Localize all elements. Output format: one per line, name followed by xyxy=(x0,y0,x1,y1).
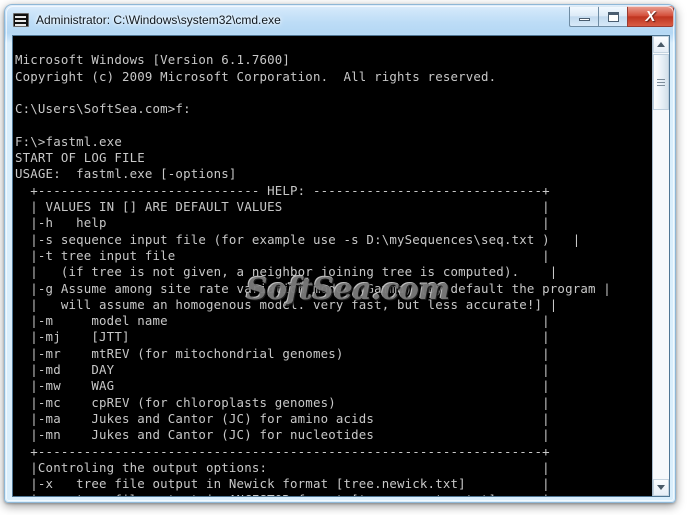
scroll-down-arrow-icon xyxy=(657,485,665,490)
scrollbar-track[interactable] xyxy=(653,53,669,479)
scroll-up-button[interactable] xyxy=(653,36,669,53)
console-scrollbar[interactable] xyxy=(652,36,669,496)
maximize-icon xyxy=(607,11,619,22)
console-output: Microsoft Windows [Version 6.1.7600] Cop… xyxy=(15,52,611,496)
scrollbar-grip-icon xyxy=(657,78,665,86)
window-title: Administrator: C:\Windows\system32\cmd.e… xyxy=(36,12,281,27)
screen: Administrator: C:\Windows\system32\cmd.e… xyxy=(0,0,691,515)
scroll-down-button[interactable] xyxy=(653,479,669,496)
minimize-icon xyxy=(578,17,590,21)
minimize-button[interactable] xyxy=(569,6,598,27)
maximize-button[interactable] xyxy=(598,6,627,27)
console-client-area[interactable]: Microsoft Windows [Version 6.1.7600] Cop… xyxy=(12,35,670,497)
scroll-up-arrow-icon xyxy=(657,42,665,47)
window-controls: X xyxy=(569,6,674,27)
title-bar[interactable]: Administrator: C:\Windows\system32\cmd.e… xyxy=(5,5,675,34)
cmd-console-icon xyxy=(13,12,29,27)
scrollbar-thumb[interactable] xyxy=(653,54,669,110)
close-icon: X xyxy=(645,8,656,25)
close-button[interactable]: X xyxy=(627,6,674,27)
cmd-window: Administrator: C:\Windows\system32\cmd.e… xyxy=(4,4,676,503)
